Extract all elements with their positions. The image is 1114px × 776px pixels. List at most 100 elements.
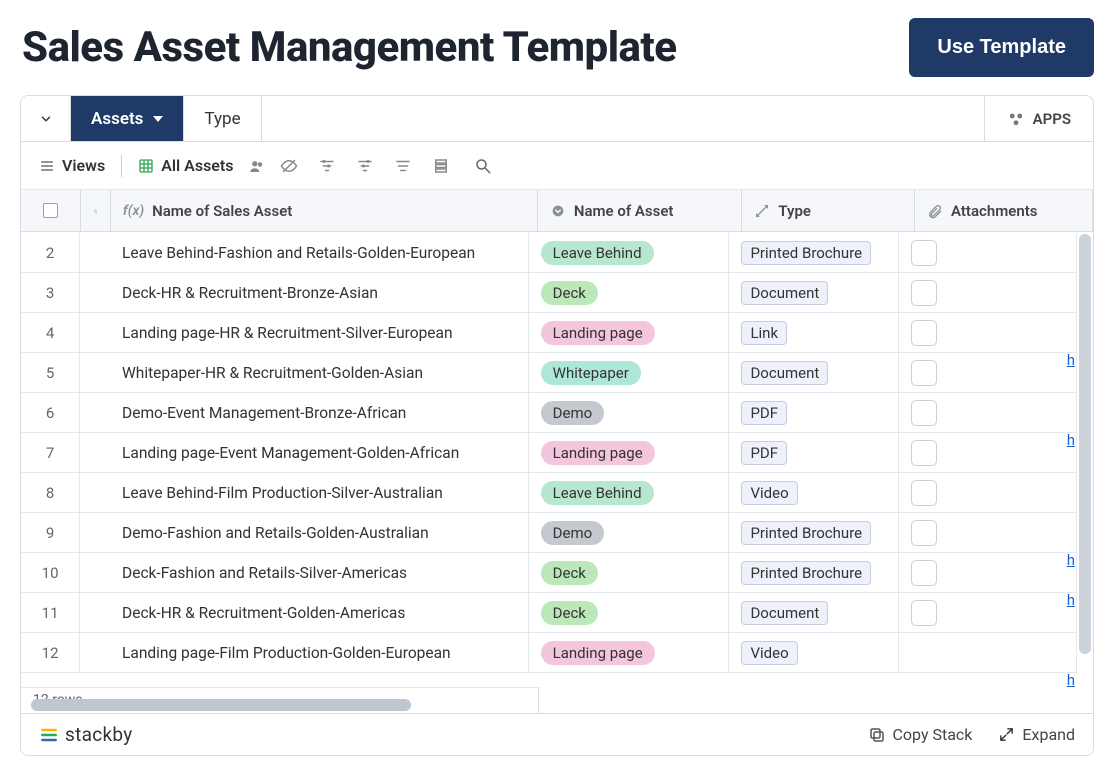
table-row[interactable]: 12 Landing page-Film Production-Golden-Eu… <box>21 633 1077 673</box>
cell-name[interactable]: Landing page-HR & Recruitment-Silver-Eur… <box>110 313 529 352</box>
header-type[interactable]: Type <box>742 190 915 231</box>
table-row[interactable]: 8 Leave Behind-Film Production-Silver-Aus… <box>21 473 1077 513</box>
table-row[interactable]: 9 Demo-Fashion and Retails-Golden-Austral… <box>21 513 1077 553</box>
cell-name[interactable]: Whitepaper-HR & Recruitment-Golden-Asian <box>110 353 529 392</box>
stackby-logo[interactable]: stackby <box>39 723 133 746</box>
horizontal-scrollbar[interactable] <box>21 693 539 713</box>
cell-type[interactable]: Document <box>729 593 899 632</box>
grid-body[interactable]: 2 Leave Behind-Fashion and Retails-Golden… <box>21 233 1077 687</box>
table-row[interactable]: 10 Deck-Fashion and Retails-Silver-Americ… <box>21 553 1077 593</box>
attachment-placeholder[interactable] <box>911 520 937 546</box>
cell-name[interactable]: Demo-Fashion and Retails-Golden-Australi… <box>110 513 529 552</box>
attachment-placeholder[interactable] <box>911 480 937 506</box>
cell-asset[interactable]: Whitepaper <box>529 353 730 392</box>
filter-icon[interactable] <box>318 157 336 175</box>
cell-attachments[interactable] <box>899 313 1077 352</box>
group-icon[interactable] <box>356 157 374 175</box>
cell-type[interactable]: Video <box>729 633 899 672</box>
row-number[interactable]: 3 <box>21 273 80 312</box>
hide-fields-icon[interactable] <box>280 157 298 175</box>
all-assets-view[interactable]: All Assets <box>138 156 233 175</box>
table-row[interactable]: 6 Demo-Event Management-Bronze-AfricanDem… <box>21 393 1077 433</box>
row-number[interactable]: 5 <box>21 353 80 392</box>
cell-asset[interactable]: Leave Behind <box>529 473 730 512</box>
cell-name[interactable]: Landing page-Film Production-Golden-Euro… <box>110 633 529 672</box>
vertical-scrollbar-thumb[interactable] <box>1079 234 1091 654</box>
cell-asset[interactable]: Demo <box>529 513 730 552</box>
header-attachments[interactable]: Attachments <box>915 190 1093 231</box>
cell-name[interactable]: Deck-HR & Recruitment-Golden-Americas <box>110 593 529 632</box>
cell-name[interactable]: Leave Behind-Fashion and Retails-Golden-… <box>110 233 529 272</box>
attachment-placeholder[interactable] <box>911 600 937 626</box>
cell-asset[interactable]: Landing page <box>529 313 730 352</box>
cell-asset[interactable]: Deck <box>529 553 730 592</box>
row-number[interactable]: 12 <box>21 633 80 672</box>
row-number[interactable]: 9 <box>21 513 80 552</box>
cell-attachments[interactable] <box>899 273 1077 312</box>
apps-button[interactable]: APPS <box>984 96 1093 141</box>
row-number[interactable]: 6 <box>21 393 80 432</box>
cell-asset[interactable]: Landing page <box>529 433 730 472</box>
row-number[interactable]: 8 <box>21 473 80 512</box>
horizontal-scrollbar-thumb[interactable] <box>31 699 411 711</box>
expand-button[interactable]: Expand <box>998 725 1075 744</box>
views-button[interactable]: Views <box>39 156 105 175</box>
cell-type[interactable]: Printed Brochure <box>729 553 899 592</box>
cell-type[interactable]: PDF <box>729 393 899 432</box>
cell-asset[interactable]: Demo <box>529 393 730 432</box>
row-number[interactable]: 10 <box>21 553 80 592</box>
tab-type[interactable]: Type <box>184 96 261 141</box>
cell-attachments[interactable] <box>899 473 1077 512</box>
rowheight-icon[interactable] <box>432 157 450 175</box>
row-number[interactable]: 7 <box>21 433 80 472</box>
header-asset[interactable]: Name of Asset <box>538 190 743 231</box>
attachment-placeholder[interactable] <box>911 440 937 466</box>
cell-type[interactable]: Document <box>729 353 899 392</box>
table-row[interactable]: 2 Leave Behind-Fashion and Retails-Golden… <box>21 233 1077 273</box>
attachment-placeholder[interactable] <box>911 280 937 306</box>
search-icon[interactable] <box>474 157 492 175</box>
attachment-placeholder[interactable] <box>911 560 937 586</box>
cell-name[interactable]: Deck-HR & Recruitment-Bronze-Asian <box>110 273 529 312</box>
cell-type[interactable]: PDF <box>729 433 899 472</box>
cell-attachments[interactable] <box>899 513 1077 552</box>
header-name[interactable]: f(x) Name of Sales Asset <box>111 190 538 231</box>
collaborators-icon[interactable] <box>248 157 266 175</box>
table-row[interactable]: 3 Deck-HR & Recruitment-Bronze-AsianDeckD… <box>21 273 1077 313</box>
row-number[interactable]: 2 <box>21 233 80 272</box>
table-row[interactable]: 5 Whitepaper-HR & Recruitment-Golden-Asia… <box>21 353 1077 393</box>
attachment-placeholder[interactable] <box>911 400 937 426</box>
cell-type[interactable]: Link <box>729 313 899 352</box>
use-template-button[interactable]: Use Template <box>909 18 1094 77</box>
cell-attachments[interactable] <box>899 633 1077 672</box>
cell-name[interactable]: Deck-Fashion and Retails-Silver-Americas <box>110 553 529 592</box>
cell-type[interactable]: Document <box>729 273 899 312</box>
tab-assets[interactable]: Assets <box>71 96 184 141</box>
attachment-placeholder[interactable] <box>911 360 937 386</box>
cell-type[interactable]: Printed Brochure <box>729 233 899 272</box>
row-number[interactable]: 4 <box>21 313 80 352</box>
cell-asset[interactable]: Deck <box>529 273 730 312</box>
sort-icon[interactable] <box>394 157 412 175</box>
header-select-all[interactable] <box>21 190 81 231</box>
cell-type[interactable]: Video <box>729 473 899 512</box>
table-row[interactable]: 4 Landing page-HR & Recruitment-Silver-Eu… <box>21 313 1077 353</box>
table-row[interactable]: 7Landing page-Event Management-Golden-Af… <box>21 433 1077 473</box>
tabs-expand-toggle[interactable] <box>21 96 71 141</box>
cell-name[interactable]: Demo-Event Management-Bronze-African <box>110 393 529 432</box>
cell-attachments[interactable] <box>899 433 1077 472</box>
cell-type[interactable]: Printed Brochure <box>729 513 899 552</box>
row-number[interactable]: 11 <box>21 593 80 632</box>
copy-stack-button[interactable]: Copy Stack <box>868 725 973 744</box>
attachment-placeholder[interactable] <box>911 240 937 266</box>
cell-name[interactable]: Leave Behind-Film Production-Silver-Aust… <box>110 473 529 512</box>
cell-attachments[interactable] <box>899 553 1077 592</box>
table-row[interactable]: 11Deck-HR & Recruitment-Golden-AmericasD… <box>21 593 1077 633</box>
cell-attachments[interactable] <box>899 393 1077 432</box>
select-all-checkbox[interactable] <box>43 203 58 218</box>
cell-attachments[interactable] <box>899 233 1077 272</box>
cell-attachments[interactable] <box>899 593 1077 632</box>
cell-attachments[interactable] <box>899 353 1077 392</box>
cell-asset[interactable]: Deck <box>529 593 730 632</box>
cell-asset[interactable]: Leave Behind <box>529 233 730 272</box>
